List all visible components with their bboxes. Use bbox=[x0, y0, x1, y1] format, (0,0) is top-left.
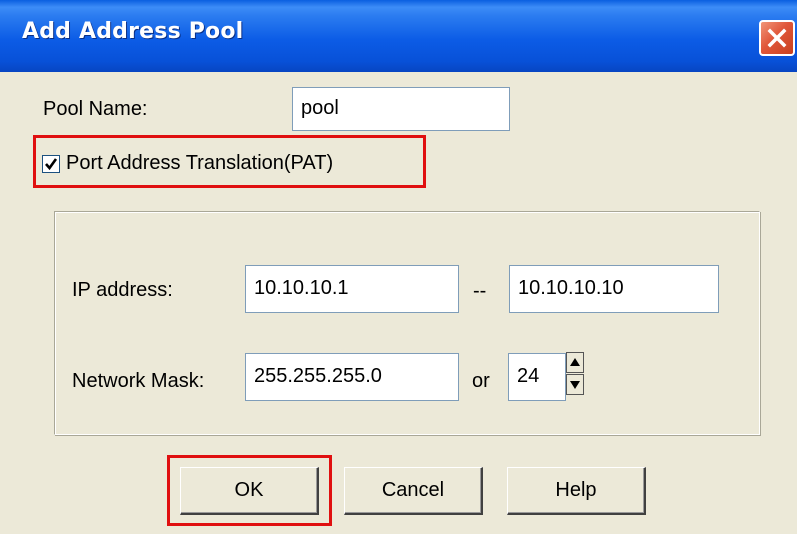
arrow-up-icon bbox=[570, 358, 580, 366]
prefix-length-input[interactable]: 24 bbox=[508, 353, 566, 401]
network-mask-label: Network Mask: bbox=[72, 370, 205, 392]
spin-down-button[interactable] bbox=[566, 374, 584, 395]
close-icon bbox=[767, 28, 787, 48]
range-separator: -- bbox=[473, 280, 487, 302]
help-button[interactable]: Help bbox=[507, 467, 646, 515]
dialog-title: Add Address Pool bbox=[22, 19, 244, 44]
pool-name-input[interactable]: pool bbox=[292, 87, 510, 131]
address-range-group bbox=[54, 211, 760, 435]
add-address-pool-dialog: Add Address Pool Pool Name: pool Port Ad… bbox=[0, 0, 797, 534]
ip-end-input[interactable]: 10.10.10.10 bbox=[509, 265, 719, 313]
pat-label: Port Address Translation(PAT) bbox=[66, 152, 334, 174]
pool-name-label: Pool Name: bbox=[43, 98, 148, 120]
title-bar[interactable]: Add Address Pool bbox=[0, 0, 797, 72]
network-mask-input[interactable]: 255.255.255.0 bbox=[245, 353, 459, 401]
cancel-button[interactable]: Cancel bbox=[344, 467, 483, 515]
close-button[interactable] bbox=[759, 20, 795, 56]
spin-up-button[interactable] bbox=[566, 352, 584, 373]
ip-start-input[interactable]: 10.10.10.1 bbox=[245, 265, 459, 313]
pat-checkbox[interactable] bbox=[42, 155, 60, 173]
prefix-spinner[interactable] bbox=[566, 352, 584, 396]
ip-address-label: IP address: bbox=[72, 279, 173, 301]
arrow-down-icon bbox=[570, 381, 580, 389]
ok-button[interactable]: OK bbox=[180, 467, 319, 515]
or-label: or bbox=[472, 370, 490, 392]
checkmark-icon bbox=[45, 158, 58, 171]
